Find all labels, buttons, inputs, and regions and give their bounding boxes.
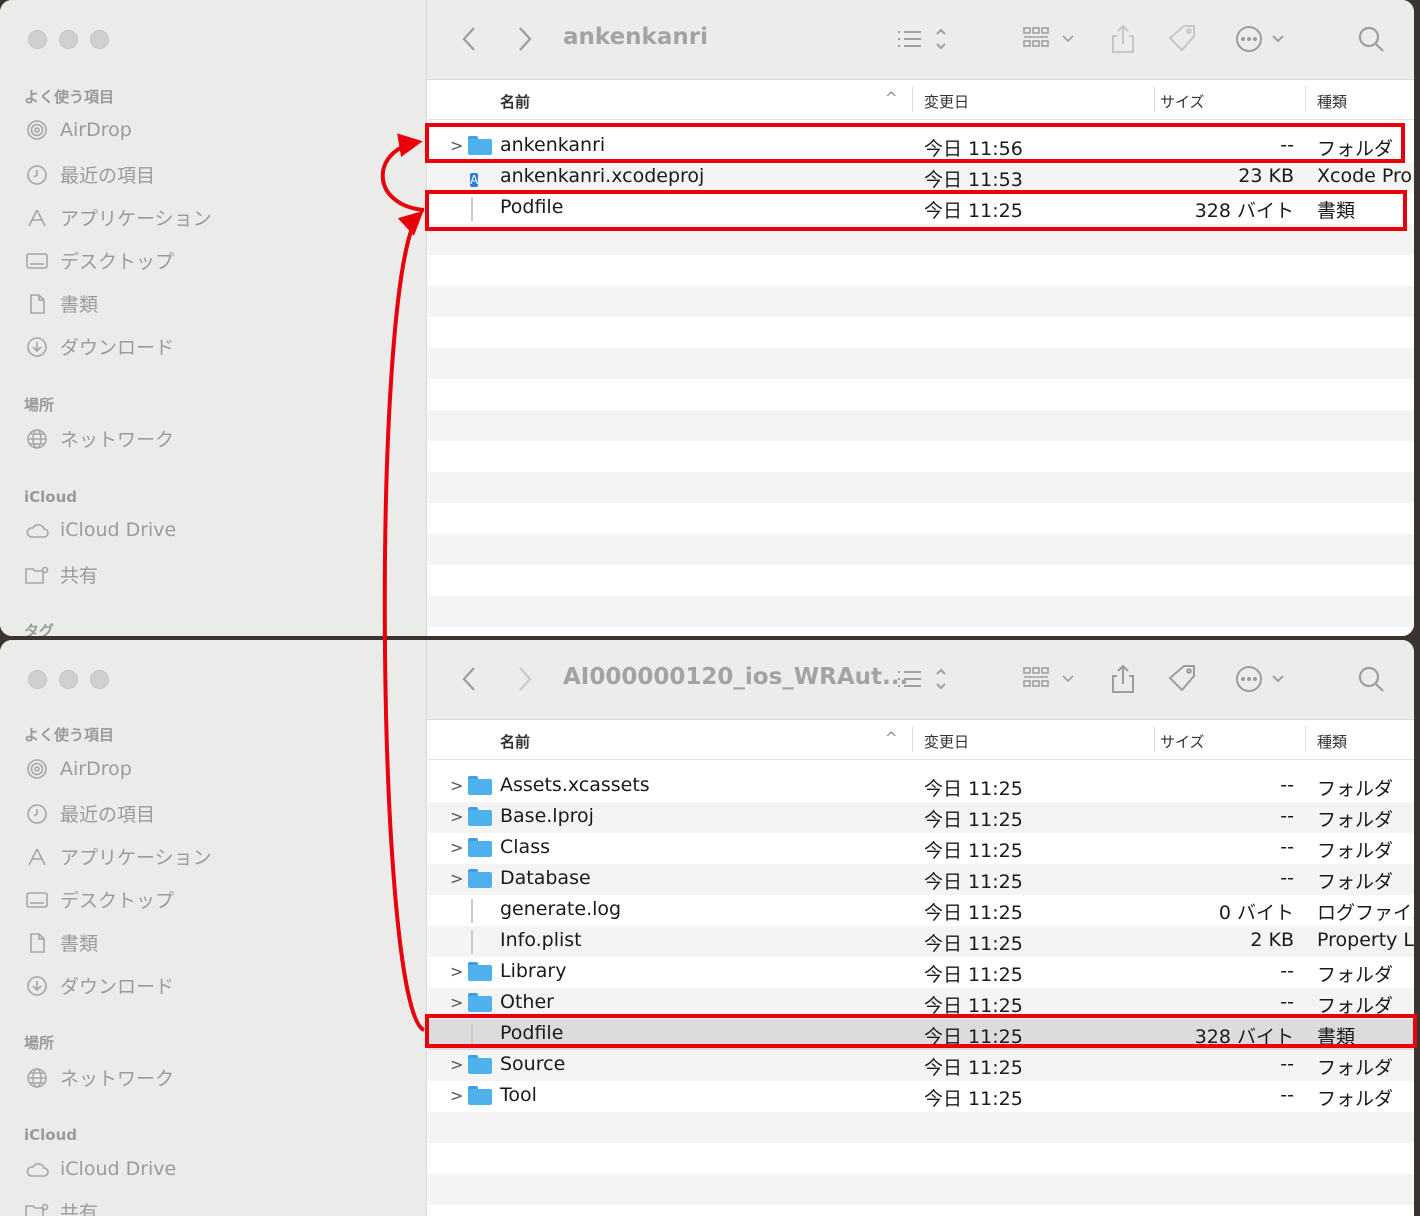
- arrow-podfile-to-folder: [380, 133, 425, 212]
- annotation-arrows: [380, 133, 426, 1032]
- arrow-podfile-move: [382, 210, 426, 1032]
